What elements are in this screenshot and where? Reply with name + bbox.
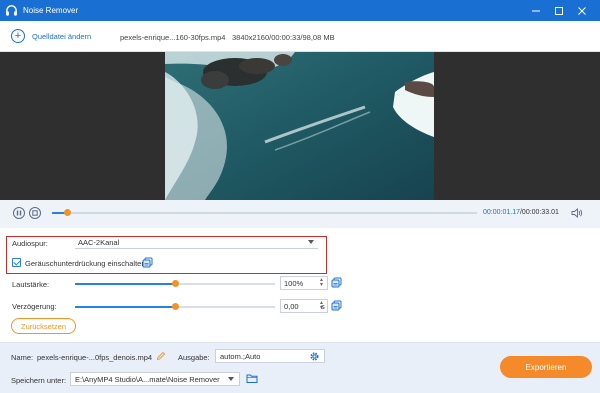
speaker-icon[interactable] [571,207,583,219]
save-path-value: E:\AnyMP4 Studio\A...mate\Noise Remover [75,374,220,384]
output-format-field[interactable]: autom.;Auto [215,349,325,363]
time-display: 00:00:01.17/00:00:33.01 [483,209,559,216]
stop-icon [32,210,38,216]
output-format-label: Ausgabe: [178,353,210,362]
change-source-label: Quelldatei ändern [32,31,92,41]
source-toolbar: + Quelldatei ändern pexels-enrique...160… [0,21,600,52]
reset-label: Zurücksetzen [20,321,67,331]
output-bar: Name: pexels-enrique-...0fps_denois.mp4 … [0,342,600,393]
pencil-icon[interactable] [156,351,166,361]
seek-bar[interactable] [52,209,477,216]
change-source-button[interactable]: + Quelldatei ändern [11,29,91,43]
output-name-value: pexels-enrique-...0fps_denois.mp4 [37,353,153,362]
gear-icon[interactable] [309,351,320,362]
delay-value: 0,00 [284,301,299,311]
video-frame [165,52,434,200]
source-file-meta: 3840x2160/00:00:33/98,08 MB [232,33,335,42]
noise-reduction-checkbox[interactable] [12,258,21,267]
delay-label: Verzögerung: [12,302,57,311]
window-title: Noise Remover [23,6,79,15]
total-time: /00:00:33.01 [519,209,559,216]
close-button[interactable] [571,0,593,21]
player-controls: 00:00:01.17/00:00:33.01 [0,200,600,228]
delay-slider-handle[interactable] [172,303,179,310]
pause-button[interactable] [13,207,25,219]
video-thumbnail [165,52,434,200]
minimize-icon [532,10,540,11]
video-preview-area [0,52,600,200]
audio-track-select[interactable]: AAC-2Kanal [75,237,318,249]
audio-track-value: AAC-2Kanal [78,238,120,247]
save-path-select[interactable]: E:\AnyMP4 Studio\A...mate\Noise Remover [70,372,240,386]
stop-button[interactable] [29,207,41,219]
volume-input[interactable]: 100% ▲ ▼ [280,276,328,290]
maximize-icon [555,6,563,15]
title-bar: Noise Remover [0,0,600,21]
seek-bar-handle[interactable] [64,209,71,216]
volume-slider-fill [75,283,175,285]
export-button[interactable]: Exportieren [500,356,592,378]
volume-spinner-icon[interactable]: ▲ ▼ [319,278,324,288]
close-icon [578,6,586,15]
audio-track-label: Audiospur: [12,239,48,248]
export-label: Exportieren [525,362,567,372]
plus-circle-icon: + [11,29,25,43]
minimize-button[interactable] [525,0,547,21]
volume-slider-handle[interactable] [172,280,179,287]
output-name-label: Name: [11,353,34,362]
audio-settings-panel: Audiospur: AAC-2Kanal Geräuschunterdrück… [0,228,600,342]
copy-settings-icon[interactable] [331,277,342,288]
volume-slider[interactable] [75,280,275,287]
noise-reduction-label: Geräuschunterdrückung einschalten [25,259,146,268]
pause-icon [16,210,22,216]
volume-value: 100% [284,278,304,288]
current-time: 00:00:01.17 [483,209,520,216]
save-location-label: Speichern unter: [11,376,67,385]
volume-label: Lautstärke: [12,280,50,289]
source-file-name: pexels-enrique...160-30fps.mp4 [120,33,226,42]
maximize-button[interactable] [548,0,570,21]
chevron-down-icon [308,240,314,244]
delay-slider-fill [75,306,175,308]
copy-settings-icon[interactable] [142,257,153,268]
copy-settings-icon[interactable] [331,300,342,311]
chevron-down-icon [228,377,234,381]
output-format-value: autom.;Auto [220,351,261,361]
folder-icon[interactable] [246,373,258,384]
headphones-icon [6,5,17,16]
reset-button[interactable]: Zurücksetzen [11,318,76,334]
delay-unit: s [321,302,325,311]
delay-slider[interactable] [75,303,275,310]
